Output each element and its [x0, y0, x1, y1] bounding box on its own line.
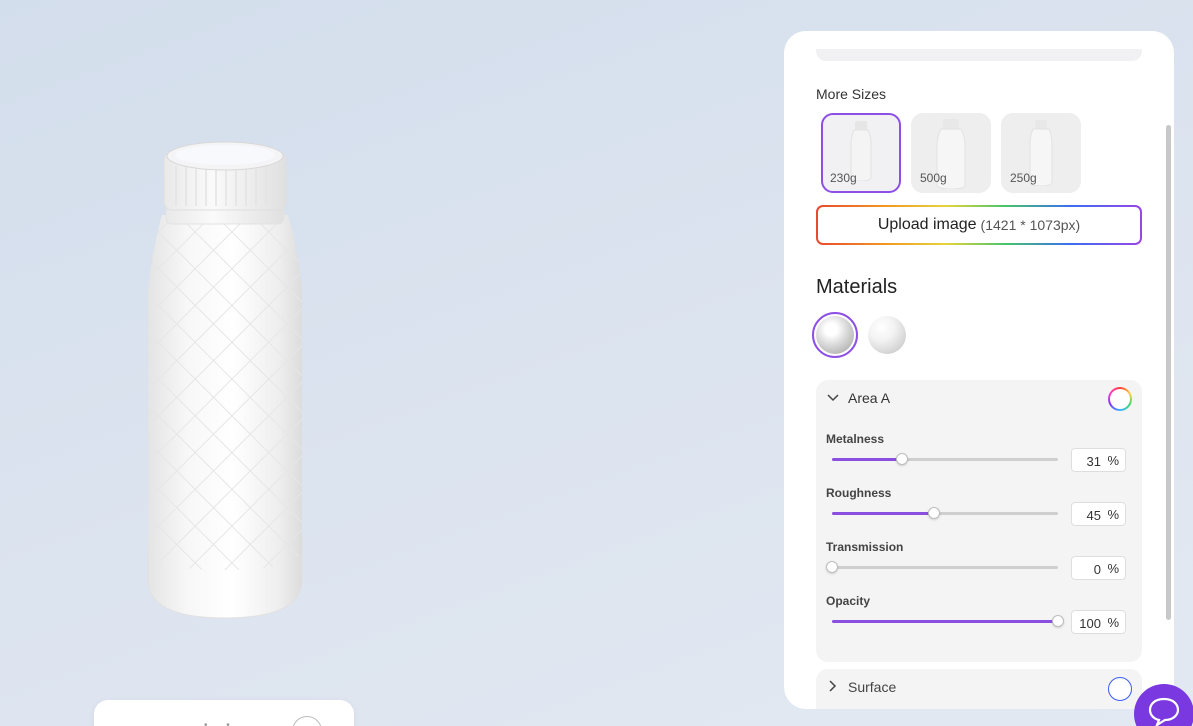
- customization-panel: More Sizes 230g 500g 250g Upload image (…: [784, 31, 1174, 709]
- viewport-toolbar: • •: [94, 700, 354, 726]
- slider-unit: %: [1107, 453, 1119, 468]
- material-swatches: [812, 312, 910, 358]
- color-picker-icon[interactable]: [1108, 677, 1132, 701]
- slider-unit: %: [1107, 615, 1119, 630]
- metalness-slider-row: Metalness 31 %: [826, 432, 1132, 482]
- glossy-material-icon: [816, 316, 854, 354]
- slider-unit: %: [1107, 507, 1119, 522]
- slider-handle[interactable]: [896, 453, 909, 465]
- slider-unit: %: [1107, 561, 1119, 576]
- color-wheel-icon[interactable]: [1108, 387, 1132, 411]
- size-option-500g[interactable]: 500g: [911, 113, 991, 193]
- roughness-slider-row: Roughness 45 %: [826, 486, 1132, 536]
- opacity-slider[interactable]: [832, 615, 1064, 627]
- surface-header[interactable]: Surface: [826, 679, 896, 695]
- slider-label: Transmission: [826, 540, 904, 554]
- slider-value: 45: [1086, 508, 1101, 523]
- bottle-model[interactable]: [140, 140, 310, 620]
- slider-handle[interactable]: [826, 561, 838, 573]
- more-sizes-label: More Sizes: [816, 86, 887, 102]
- slider-label: Metalness: [826, 432, 885, 446]
- size-option-250g[interactable]: 250g: [1001, 113, 1081, 193]
- roughness-value-input[interactable]: 45 %: [1071, 502, 1126, 526]
- size-label: 230g: [830, 171, 857, 185]
- upload-image-dimensions: (1421 * 1073px): [980, 217, 1081, 233]
- toolbar-circle-button[interactable]: [292, 716, 322, 726]
- slider-value: 31: [1086, 454, 1101, 469]
- size-option-230g[interactable]: 230g: [821, 113, 901, 193]
- slider-handle[interactable]: [1052, 615, 1064, 627]
- slider-label: Opacity: [826, 594, 871, 608]
- 3d-viewport[interactable]: [0, 0, 780, 726]
- upload-image-button[interactable]: Upload image (1421 * 1073px): [816, 205, 1142, 245]
- panel-scrollbar[interactable]: [1166, 125, 1171, 620]
- surface-card[interactable]: Surface: [816, 669, 1142, 709]
- upload-image-label: Upload image: [877, 216, 977, 233]
- slider-label: Roughness: [826, 486, 892, 500]
- area-a-card: Area A Metalness 31 % Roughness 45 % Tra…: [816, 380, 1142, 662]
- matte-material-icon: [868, 316, 906, 354]
- surface-title: Surface: [848, 679, 897, 695]
- transmission-slider-row: Transmission 0 %: [826, 540, 1132, 590]
- materials-title: Materials: [816, 276, 898, 298]
- material-swatch-glossy[interactable]: [812, 312, 858, 358]
- transmission-slider[interactable]: [826, 561, 1058, 573]
- size-options: 230g 500g 250g: [821, 113, 1081, 193]
- opacity-value-input[interactable]: 100 %: [1071, 610, 1126, 634]
- roughness-slider[interactable]: [832, 507, 1058, 519]
- slider-fill: [832, 512, 934, 515]
- chevron-right-icon: [826, 679, 840, 695]
- opacity-slider-row: Opacity 100 %: [826, 594, 1132, 644]
- panel-top-strip: [816, 49, 1142, 61]
- material-swatch-matte[interactable]: [864, 312, 910, 358]
- slider-value: 0: [1093, 562, 1101, 577]
- chevron-down-icon: [826, 391, 840, 405]
- metalness-slider[interactable]: [832, 453, 1058, 465]
- slider-fill: [832, 458, 903, 461]
- transmission-value-input[interactable]: 0 %: [1071, 556, 1126, 580]
- toolbar-dots-icon: • •: [204, 720, 238, 726]
- size-label: 500g: [920, 171, 947, 185]
- slider-handle[interactable]: [927, 507, 940, 519]
- chat-bubble-icon: [1148, 697, 1180, 726]
- metalness-value-input[interactable]: 31 %: [1071, 448, 1126, 472]
- slider-fill: [832, 620, 1058, 623]
- area-a-header[interactable]: Area A: [826, 388, 890, 408]
- size-label: 250g: [1010, 171, 1037, 185]
- slider-value: 100: [1079, 616, 1101, 631]
- area-a-title: Area A: [848, 390, 891, 406]
